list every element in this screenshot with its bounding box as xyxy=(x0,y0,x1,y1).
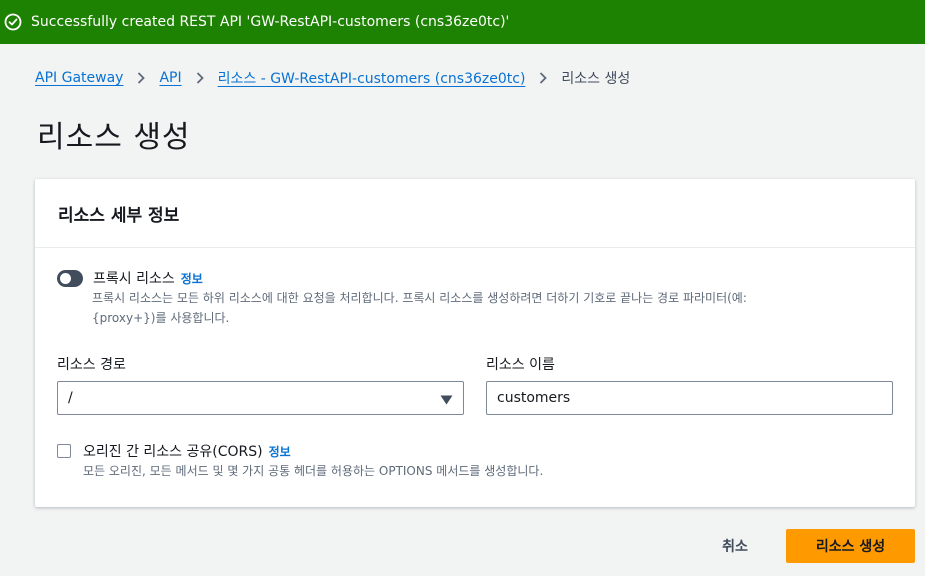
resource-details-panel: 리소스 세부 정보 프록시 리소스 정보 프록시 리소스는 모든 하위 리소스에… xyxy=(35,179,915,507)
page-title: 리소스 생성 xyxy=(37,120,191,155)
create-resource-button[interactable]: 리소스 생성 xyxy=(786,529,915,563)
caret-down-icon xyxy=(440,393,453,409)
cors-checkbox[interactable] xyxy=(57,444,71,458)
check-circle-icon xyxy=(4,13,22,31)
proxy-resource-row: 프록시 리소스 정보 xyxy=(57,268,203,288)
cors-row: 오리진 간 리소스 공유(CORS) 정보 xyxy=(57,441,291,461)
cors-info-link[interactable]: 정보 xyxy=(269,443,291,460)
proxy-info-link[interactable]: 정보 xyxy=(181,270,203,287)
chevron-right-icon xyxy=(123,72,159,84)
proxy-description-line: {proxy+})를 사용합니다. xyxy=(92,311,230,325)
proxy-resource-description: 프록시 리소스는 모든 하위 리소스에 대한 요청을 처리합니다. 프록시 리소… xyxy=(92,288,747,328)
panel-title: 리소스 세부 정보 xyxy=(35,179,915,248)
cors-description: 모든 오리진, 모든 메서드 및 몇 가지 공통 헤더를 허용하는 OPTION… xyxy=(83,464,544,478)
cancel-button[interactable]: 취소 xyxy=(700,529,770,563)
chevron-right-icon xyxy=(182,72,218,84)
resource-path-select[interactable]: / xyxy=(57,381,464,415)
proxy-resource-toggle[interactable] xyxy=(57,269,83,287)
proxy-resource-label: 프록시 리소스 xyxy=(93,271,175,287)
breadcrumb-current: 리소스 생성 xyxy=(561,71,631,87)
breadcrumb-link-api[interactable]: API xyxy=(159,70,181,86)
resource-name-input[interactable] xyxy=(486,381,893,415)
success-flash-banner: Successfully created REST API 'GW-RestAP… xyxy=(0,0,925,44)
proxy-description-line: 프록시 리소스는 모든 하위 리소스에 대한 요청을 처리합니다. 프록시 리소… xyxy=(92,291,747,305)
resource-path-value: / xyxy=(68,390,73,406)
breadcrumb: API Gateway API 리소스 - GW-RestAPI-custome… xyxy=(35,66,630,90)
resource-path-label: 리소스 경로 xyxy=(57,357,126,373)
chevron-right-icon xyxy=(525,72,561,84)
breadcrumb-link-api-gateway[interactable]: API Gateway xyxy=(35,70,123,86)
resource-name-label: 리소스 이름 xyxy=(486,357,555,373)
breadcrumb-link-resources[interactable]: 리소스 - GW-RestAPI-customers (cns36ze0tc) xyxy=(218,68,526,88)
cors-label: 오리진 간 리소스 공유(CORS) xyxy=(83,444,263,460)
flash-message: Successfully created REST API 'GW-RestAP… xyxy=(31,14,510,30)
